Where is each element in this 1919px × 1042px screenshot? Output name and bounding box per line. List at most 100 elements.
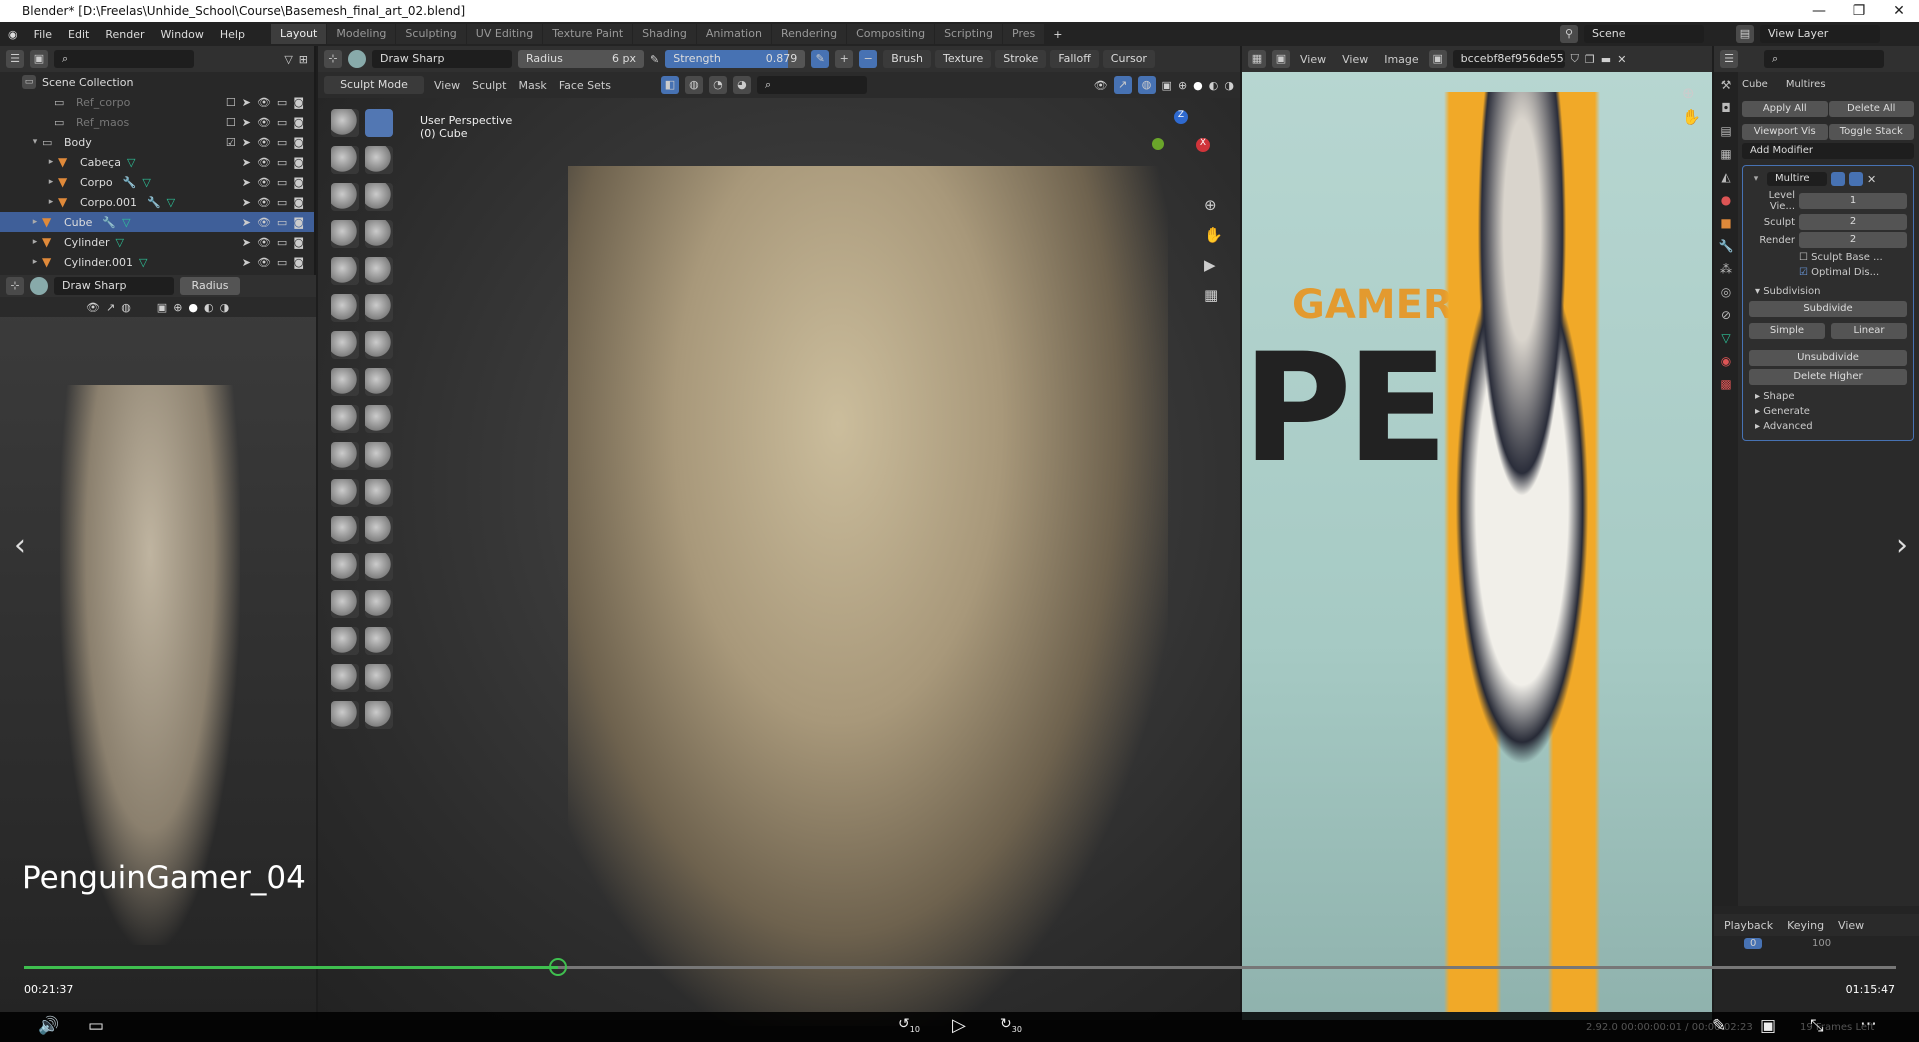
radius-field[interactable]: Radius 6 px: [518, 50, 644, 68]
editor-type-icon[interactable]: ☰: [1720, 50, 1738, 68]
level-field[interactable]: 2: [1799, 232, 1907, 248]
minimize-button[interactable]: —: [1799, 0, 1839, 22]
sculpt-brush-tool-icon[interactable]: [365, 220, 393, 248]
viewport-icon[interactable]: ▭: [277, 236, 287, 249]
workspace-tab-animation[interactable]: Animation: [696, 24, 771, 44]
sculpt-brush-tool-icon[interactable]: [365, 590, 393, 618]
outliner-item[interactable]: ▸ ▼ Cube 🔧 ▽ ➤ 👁 ▭ ◙: [0, 212, 314, 232]
outliner-item[interactable]: ▸ ▼ Corpo.001 🔧 ▽ ➤ 👁 ▭ ◙: [0, 192, 314, 212]
image-editor[interactable]: ▦ ▣ View View Image ▣ bccebf8ef956de55... …: [1242, 46, 1712, 1020]
sculpt-brush-tool-icon[interactable]: [331, 109, 359, 137]
expand-right-icon[interactable]: ▸: [44, 177, 58, 187]
menu-window[interactable]: Window: [153, 28, 212, 41]
viewport-icon[interactable]: ▭: [277, 256, 287, 269]
add-direction-button[interactable]: +: [835, 50, 854, 68]
scene-selector[interactable]: Scene: [1584, 25, 1704, 43]
sculpt-brush-tool-icon[interactable]: [365, 553, 393, 581]
add-modifier-dropdown[interactable]: Add Modifier: [1742, 143, 1914, 159]
outliner-item[interactable]: ▭ Ref_maos ☐ ➤ 👁 ▭ ◙: [0, 112, 314, 132]
viewport-icon[interactable]: ▭: [277, 216, 287, 229]
select-icon[interactable]: ➤: [242, 136, 251, 149]
menu-cursor[interactable]: Cursor: [1102, 50, 1155, 68]
material-shading-icon[interactable]: ◐: [204, 301, 214, 314]
render-tab-icon[interactable]: ◘: [1721, 101, 1731, 115]
open-image-icon[interactable]: ▬: [1601, 53, 1611, 66]
wireframe-shading-icon[interactable]: ⊕: [1178, 79, 1187, 92]
mask-icon[interactable]: ◔: [708, 76, 727, 94]
expand-down-icon[interactable]: ▾: [28, 137, 42, 147]
menu-face-sets[interactable]: Face Sets: [555, 79, 615, 92]
subtract-direction-button[interactable]: −: [859, 50, 878, 68]
miniplayer-icon[interactable]: ▣: [1760, 1016, 1776, 1036]
delete-all-button[interactable]: Delete All: [1828, 101, 1914, 117]
material-shading-icon[interactable]: ◐: [1209, 79, 1219, 92]
viewport-icon[interactable]: ▭: [277, 176, 287, 189]
menu-stroke[interactable]: Stroke: [995, 50, 1047, 68]
mesh-data-icon[interactable]: ▽: [122, 216, 130, 229]
mode-selector[interactable]: Sculpt Mode: [324, 76, 424, 94]
data-tab-icon[interactable]: ▽: [1721, 331, 1730, 345]
sculpt-brush-tool-icon[interactable]: [331, 220, 359, 248]
video-progress-bar[interactable]: [24, 958, 1896, 976]
image-name-field[interactable]: bccebf8ef956de55...: [1452, 50, 1565, 68]
subpanel-advanced[interactable]: ▸ Advanced: [1755, 421, 1907, 432]
properties-search[interactable]: ⌕: [1764, 50, 1884, 68]
exclude-checkbox[interactable]: ☐: [226, 96, 236, 109]
eye-icon[interactable]: 👁: [257, 136, 271, 149]
render-icon[interactable]: ◙: [293, 136, 304, 149]
subpanel-shape[interactable]: ▸ Shape: [1755, 391, 1907, 402]
outliner-item[interactable]: ▾ ▭ Body ☑ ➤ 👁 ▭ ◙: [0, 132, 314, 152]
select-icon[interactable]: ➤: [242, 96, 251, 109]
video-scrubber-handle[interactable]: [548, 958, 567, 976]
sculpt-brush-tool-icon[interactable]: [331, 553, 359, 581]
xray-icon[interactable]: ▣: [1162, 79, 1172, 92]
sculpt-base-checkbox[interactable]: ☐ Sculpt Base ...: [1799, 252, 1907, 263]
fake-user-icon[interactable]: ⛉: [1571, 52, 1579, 66]
face-sets-icon[interactable]: ◕: [732, 76, 751, 94]
sculpt-brush-tool-icon[interactable]: [331, 146, 359, 174]
eye-icon[interactable]: 👁: [257, 196, 271, 209]
strength-pressure-icon[interactable]: ✎: [811, 50, 830, 68]
render-icon[interactable]: ◙: [293, 216, 304, 229]
remove-modifier-icon[interactable]: ✕: [1867, 173, 1876, 186]
display-mode-icon[interactable]: ▣: [30, 50, 48, 68]
sculpt-brush-tool-icon[interactable]: [365, 516, 393, 544]
object-tab-icon[interactable]: ■: [1720, 216, 1731, 230]
view-layer-icon[interactable]: ▤: [1736, 25, 1754, 43]
sculpt-brush-tool-icon[interactable]: [365, 294, 393, 322]
navigation-gizmo[interactable]: Z X Y: [1152, 110, 1212, 170]
menu-texture[interactable]: Texture: [934, 50, 992, 68]
sculpt-brush-tool-icon[interactable]: [365, 257, 393, 285]
subdivision-subpanel[interactable]: ▾ Subdivision: [1755, 286, 1907, 297]
scene-collection-row[interactable]: ▭ Scene Collection: [0, 72, 314, 92]
sculpt-brush-tool-icon[interactable]: [365, 664, 393, 692]
viewport-icon[interactable]: ▭: [277, 116, 287, 129]
radius-pressure-icon[interactable]: ✎: [650, 53, 659, 66]
new-collection-icon[interactable]: ⊞: [299, 53, 308, 66]
zoom-icon[interactable]: ⊕: [1682, 84, 1701, 102]
sculpt-brush-tool-icon[interactable]: [331, 183, 359, 211]
output-tab-icon[interactable]: ▤: [1720, 124, 1731, 138]
toggle-stack-button[interactable]: Toggle Stack: [1828, 124, 1914, 140]
sculpt-brush-tool-icon[interactable]: [365, 405, 393, 433]
particles-tab-icon[interactable]: ⁂: [1720, 262, 1732, 276]
eye-icon[interactable]: 👁: [257, 216, 271, 229]
render-icon[interactable]: ◙: [293, 196, 304, 209]
radius-field[interactable]: Radius: [180, 277, 240, 295]
forward-button[interactable]: ↻30: [1000, 1016, 1022, 1034]
pan-hand-icon[interactable]: ✋: [1682, 108, 1701, 126]
scene-icon[interactable]: ⚲: [1560, 25, 1578, 43]
sculpt-brush-tool-icon[interactable]: [365, 627, 393, 655]
select-icon[interactable]: ➤: [242, 216, 251, 229]
timeline[interactable]: Playback Keying View 0 100: [1714, 906, 1919, 1020]
expand-right-icon[interactable]: ▸: [44, 197, 58, 207]
expand-right-icon[interactable]: ▸: [28, 217, 42, 227]
pan-hand-icon[interactable]: ✋: [1204, 226, 1223, 244]
visibility-icon[interactable]: 👁: [1094, 79, 1108, 92]
menu-view[interactable]: View: [1296, 53, 1330, 66]
modifier-icon[interactable]: 🔧: [147, 196, 161, 209]
menu-file[interactable]: File: [26, 28, 60, 41]
sculpt-brush-tool-icon[interactable]: [331, 368, 359, 396]
render-icon[interactable]: ◙: [293, 256, 304, 269]
view-layer-tab-icon[interactable]: ▦: [1720, 147, 1731, 161]
